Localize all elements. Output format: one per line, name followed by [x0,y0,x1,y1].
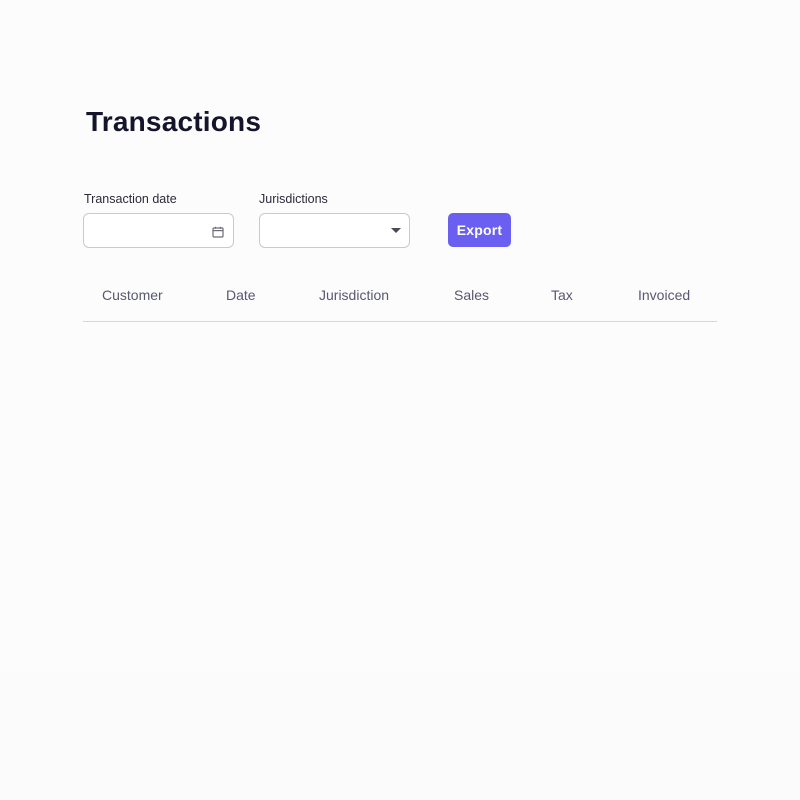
transactions-page: Transactions Transaction date Jurisdicti… [0,0,800,800]
jurisdictions-label: Jurisdictions [259,192,328,206]
export-button[interactable]: Export [448,213,511,247]
transaction-date-field[interactable] [83,213,234,248]
column-header-customer[interactable]: Customer [102,287,163,303]
column-header-sales[interactable]: Sales [454,287,489,303]
column-header-invoiced[interactable]: Invoiced [638,287,690,303]
transaction-date-label: Transaction date [84,192,177,206]
transactions-table-header: Customer Date Jurisdiction Sales Tax Inv… [83,280,717,322]
calendar-icon[interactable] [212,225,224,238]
transaction-date-input[interactable] [92,221,206,243]
jurisdictions-select[interactable] [259,213,410,248]
column-header-jurisdiction[interactable]: Jurisdiction [319,287,389,303]
page-title: Transactions [86,106,262,137]
column-header-date[interactable]: Date [226,287,256,303]
column-header-tax[interactable]: Tax [551,287,573,303]
chevron-down-icon[interactable] [391,228,401,233]
